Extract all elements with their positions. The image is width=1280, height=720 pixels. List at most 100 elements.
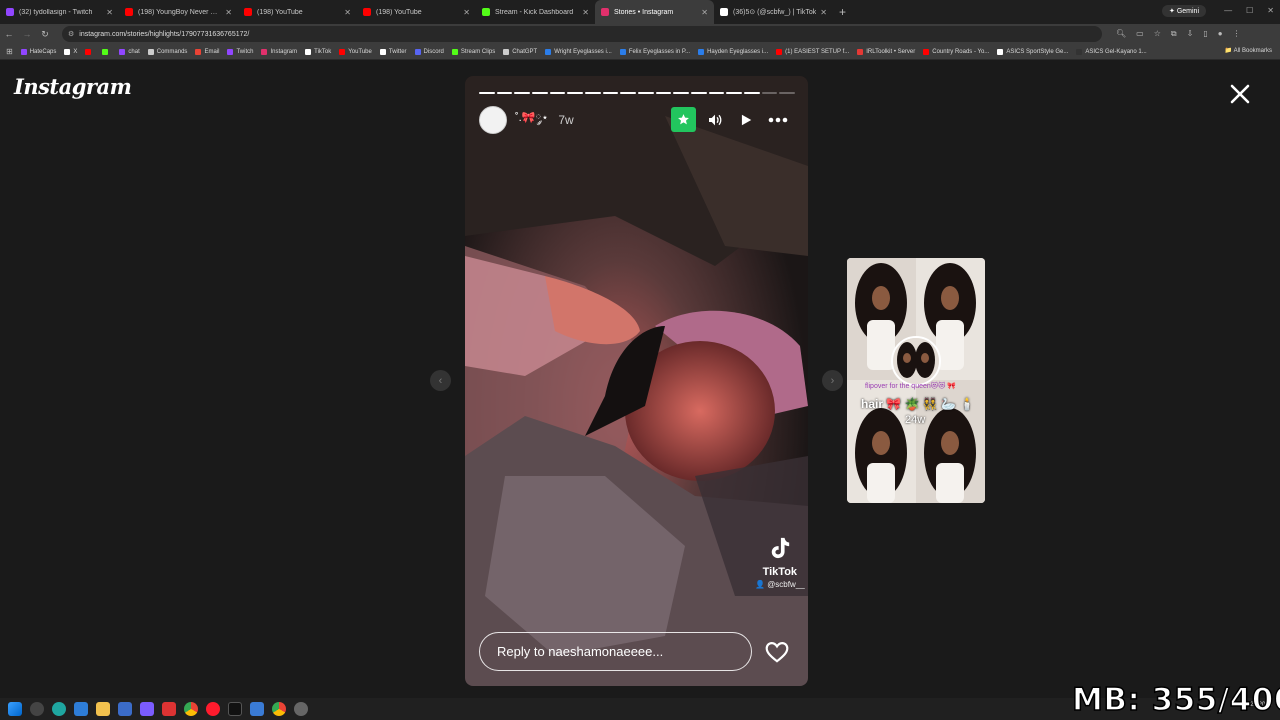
streaming-app-icon[interactable] [140,702,154,716]
tab-close-icon[interactable]: ✕ [701,8,708,17]
tab-close-icon[interactable]: ✕ [344,8,351,17]
bookmark-favicon-icon [923,48,930,55]
sidepanel-icon[interactable]: ▯ [1203,29,1207,39]
bookmark-item[interactable]: IRLToolkit • Server [857,48,915,55]
profile-avatar[interactable]: ● [1218,29,1223,39]
story-author-avatar[interactable] [479,106,507,134]
bookmark-item[interactable] [102,48,111,55]
cast-icon[interactable]: ▭ [1136,29,1144,39]
game-app-icon[interactable] [162,702,176,716]
gemini-button[interactable]: ✦ Gemini [1162,5,1206,17]
bookmark-favicon-icon [451,48,458,55]
close-story-icon[interactable] [1226,80,1254,108]
downloads-icon[interactable]: ⇩ [1187,29,1194,39]
story-progress-segment [708,92,725,94]
bookmark-item[interactable]: ASICS Gel-Kayano 1... [1076,48,1147,55]
bookmark-star-icon[interactable]: ☆ [1154,29,1161,39]
reload-icon[interactable]: ↻ [36,29,54,40]
settings-icon[interactable] [294,702,308,716]
bookmark-item[interactable]: Email [195,48,219,55]
extensions-icon[interactable]: ⧉ [1171,29,1177,39]
bookmark-item[interactable]: ASICS SportStyle Ge... [997,48,1068,55]
bookmark-favicon-icon [776,48,783,55]
bookmark-item[interactable]: (1) EASIEST SETUP f... [776,48,849,55]
browser-tab[interactable]: (32) tydollasign - Twitch ✕ [0,0,119,24]
zoom-icon[interactable]: 🔍︎ [1116,29,1126,39]
tab-close-icon[interactable]: ✕ [463,8,470,17]
story-viewer[interactable]: ˚.🎀༘⋆ 7w TikTok 👤 @scbfw__ Reply to naes… [465,76,808,686]
editor-icon[interactable] [250,702,264,716]
story-username[interactable]: ˚.🎀༘⋆ [515,105,548,136]
bookmark-item[interactable] [85,48,94,55]
reply-input[interactable]: Reply to naeshamonaeeee... [479,632,752,671]
volume-icon[interactable] [702,107,727,132]
close-friends-star-icon[interactable] [671,107,696,132]
browser-tab[interactable]: Stories • Instagram ✕ [595,0,714,24]
tab-close-icon[interactable]: ✕ [225,8,232,17]
bookmark-item[interactable]: HateCaps [20,48,56,55]
widgets-icon[interactable] [74,702,88,716]
chrome-icon[interactable] [184,702,198,716]
browser-tab[interactable]: Stream - Kick Dashboard ✕ [476,0,595,24]
new-tab-button[interactable]: + [839,5,846,19]
bookmark-item[interactable]: Discord [414,48,444,55]
menu-icon[interactable]: ⋮ [1233,29,1241,39]
chrome-profile-icon[interactable] [272,702,286,716]
bookmark-item[interactable]: Twitter [379,48,407,55]
windows-start-icon[interactable] [8,702,22,716]
tab-close-icon[interactable]: ✕ [582,8,589,17]
bookmark-favicon-icon [85,48,92,55]
terminal-icon[interactable] [228,702,242,716]
url-field[interactable]: ⚙ instagram.com/stories/highlights/17907… [62,26,1102,42]
file-explorer-icon[interactable] [96,702,110,716]
browser-tab-strip: (32) tydollasign - Twitch ✕ (198) YoungBoy… [0,0,1280,24]
forward-icon[interactable]: → [18,29,36,39]
play-icon[interactable] [733,107,758,132]
tab-close-icon[interactable]: ✕ [820,8,827,17]
bookmark-item[interactable]: Wright Eyeglasses i... [545,48,612,55]
apps-grid-icon[interactable]: ⊞ [6,47,13,56]
next-story-preview[interactable]: flipover for the queen😻😻 🎀 hair 🎀 🪴 👯 🦢 … [847,258,985,503]
bookmark-item[interactable]: Country Roads - Yo... [923,48,989,55]
tab-favicon-icon [601,8,609,16]
search-icon[interactable] [30,702,44,716]
browser-tab[interactable]: (36)5⊙ (@scbfw_) | TikTok ✕ [714,0,833,24]
bookmark-item[interactable]: chat [119,48,140,55]
all-bookmarks-button[interactable]: 📁 All Bookmarks [1225,47,1272,54]
browser-tab[interactable]: (198) YouTube ✕ [357,0,476,24]
bookmark-label: Wright Eyeglasses i... [554,48,612,55]
story-progress-segment [496,92,513,94]
next-story-caption: flipover for the queen😻😻 🎀 [865,383,957,390]
bookmark-item[interactable]: X [64,48,77,55]
instagram-logo[interactable]: Instagram [14,74,132,99]
previous-story-arrow[interactable]: ‹ [430,370,451,391]
bookmark-item[interactable]: Felix Eyeglasses in P... [619,48,690,55]
bookmark-item[interactable]: Instagram [261,48,297,55]
site-info-icon[interactable]: ⚙ [68,30,74,38]
bookmark-favicon-icon [414,48,421,55]
browser-tab[interactable]: (198) YoungBoy Never Broke A...✕ [119,0,238,24]
back-icon[interactable]: ← [0,29,18,39]
tiktok-handle: 👤 @scbfw__ [755,580,805,589]
close-window-icon[interactable]: ✕ [1267,6,1274,15]
opera-icon[interactable] [206,702,220,716]
browser-tab[interactable]: (198) YouTube ✕ [238,0,357,24]
next-story-arrow[interactable]: › [822,370,843,391]
bookmark-item[interactable]: YouTube [339,48,372,55]
like-heart-icon[interactable] [764,639,790,665]
more-options-icon[interactable] [765,107,790,132]
minimize-icon[interactable]: — [1224,6,1232,15]
store-icon[interactable] [118,702,132,716]
bookmark-item[interactable]: Twitch [227,48,253,55]
edge-icon[interactable] [52,702,66,716]
bookmark-item[interactable]: TikTok [305,48,331,55]
window-controls: — ☐ ✕ [1224,6,1274,15]
maximize-icon[interactable]: ☐ [1246,6,1253,15]
story-progress-segment [549,92,566,94]
tab-close-icon[interactable]: ✕ [106,8,113,17]
bookmark-favicon-icon [619,48,626,55]
bookmark-item[interactable]: Stream Clips [451,48,495,55]
bookmark-item[interactable]: ChatGPT [503,48,537,55]
bookmark-item[interactable]: Hayden Eyeglasses i... [698,48,768,55]
bookmark-item[interactable]: Commands [147,48,187,55]
